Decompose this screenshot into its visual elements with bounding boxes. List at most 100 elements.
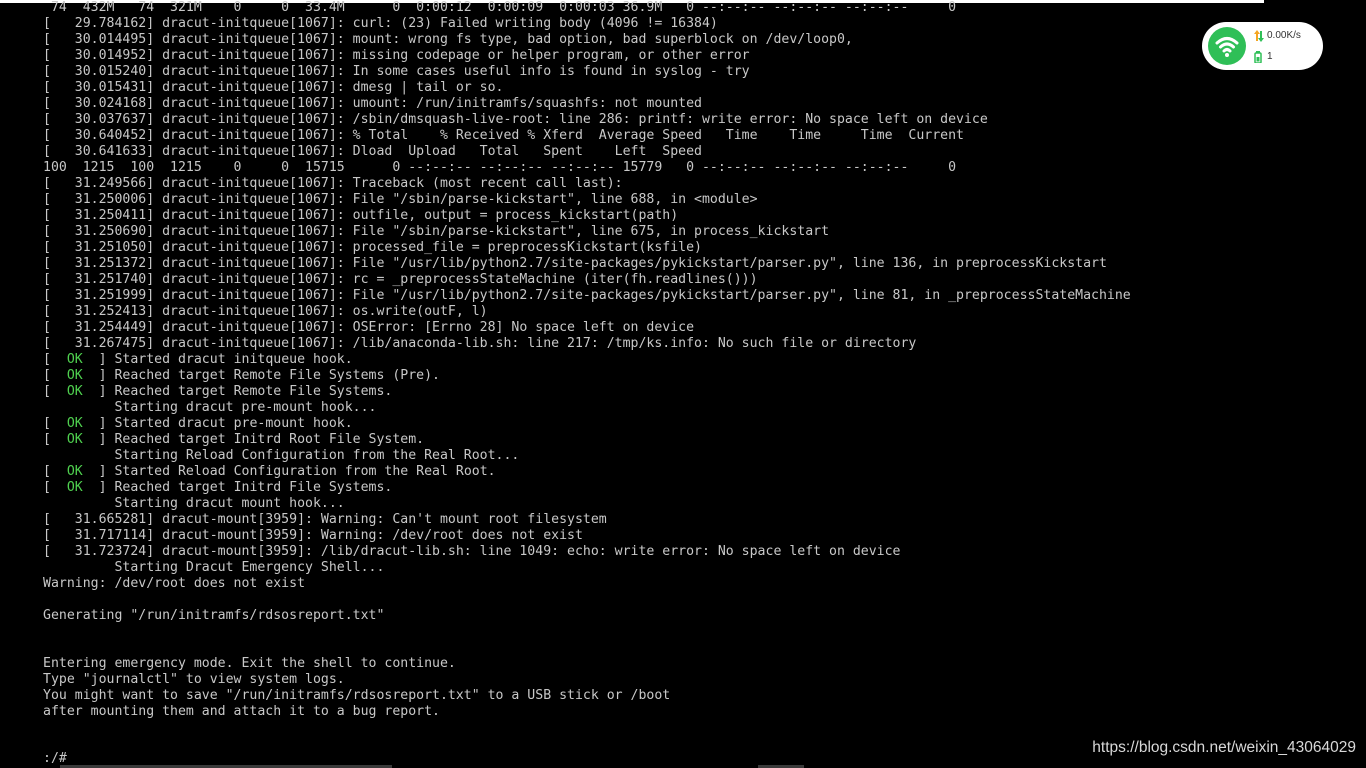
- console-text: [ 30.641633] dracut-initqueue[1067]: Dlo…: [43, 144, 702, 159]
- console-text: after mounting them and attach it to a b…: [43, 704, 440, 719]
- console-line: [ 31.252413] dracut-initqueue[1067]: os.…: [43, 304, 1243, 320]
- console-text: Type "journalctl" to view system logs.: [43, 672, 345, 687]
- ok-status: OK: [66, 368, 83, 383]
- console-line: Starting Reload Configuration from the R…: [43, 448, 1243, 464]
- console-text: [ 30.014495] dracut-initqueue[1067]: mou…: [43, 32, 853, 47]
- console-line: [ 31.250411] dracut-initqueue[1067]: out…: [43, 208, 1243, 224]
- console-text: Starting Dracut Emergency Shell...: [43, 560, 385, 575]
- console-line: [ OK ] Reached target Remote File System…: [43, 368, 1243, 384]
- console-line: Starting dracut pre-mount hook...: [43, 400, 1243, 416]
- console-text: ] Started Reload Configuration from the …: [82, 464, 496, 479]
- console-line: [ OK ] Started dracut pre-mount hook.: [43, 416, 1243, 432]
- console-line: Entering emergency mode. Exit the shell …: [43, 656, 1243, 672]
- console-line: [ 30.037637] dracut-initqueue[1067]: /sb…: [43, 112, 1243, 128]
- upload-speed: 0.00K/s: [1254, 29, 1301, 42]
- console-line: [ 31.723724] dracut-mount[3959]: /lib/dr…: [43, 544, 1243, 560]
- console-line: [ 29.784162] dracut-initqueue[1067]: cur…: [43, 16, 1243, 32]
- network-speed-widget[interactable]: 0.00K/s 1: [1202, 22, 1323, 70]
- console-line: [ 31.251740] dracut-initqueue[1067]: rc …: [43, 272, 1243, 288]
- console-line: [ 30.015431] dracut-initqueue[1067]: dme…: [43, 80, 1243, 96]
- console-line: [ 31.250006] dracut-initqueue[1067]: Fil…: [43, 192, 1243, 208]
- console-line: Starting dracut mount hook...: [43, 496, 1243, 512]
- console-line: 74 432M 74 321M 0 0 33.4M 0 0:00:12 0:00…: [43, 0, 1243, 16]
- console-text: Starting dracut pre-mount hook...: [43, 400, 377, 415]
- console-line: [ OK ] Started Reload Configuration from…: [43, 464, 1243, 480]
- console-line: [ 30.014952] dracut-initqueue[1067]: mis…: [43, 48, 1243, 64]
- console-text: [ 31.717114] dracut-mount[3959]: Warning…: [43, 528, 583, 543]
- console-line: Type "journalctl" to view system logs.: [43, 672, 1243, 688]
- console-text: [ 31.250690] dracut-initqueue[1067]: Fil…: [43, 224, 830, 239]
- console-line: [ 30.014495] dracut-initqueue[1067]: mou…: [43, 32, 1243, 48]
- console-line: You might want to save "/run/initramfs/r…: [43, 688, 1243, 704]
- ok-status: OK: [66, 480, 83, 495]
- console-line: [ 31.665281] dracut-mount[3959]: Warning…: [43, 512, 1243, 528]
- console-text: [: [43, 432, 67, 447]
- console-text: [ 31.267475] dracut-initqueue[1067]: /li…: [43, 336, 917, 351]
- terminal-screen[interactable]: 74 432M 74 321M 0 0 33.4M 0 0:00:12 0:00…: [0, 0, 1366, 768]
- console-text: [ 29.784162] dracut-initqueue[1067]: cur…: [43, 16, 718, 31]
- console-text: ] Reached target Remote File Systems (Pr…: [82, 368, 440, 383]
- upload-speed-value: 0.00K/s: [1267, 30, 1301, 41]
- connection-count-value: 1: [1267, 51, 1273, 62]
- battery-icon: [1254, 50, 1264, 64]
- console-text: [ 31.254449] dracut-initqueue[1067]: OSE…: [43, 320, 695, 335]
- console-line: [ OK ] Reached target Initrd Root File S…: [43, 432, 1243, 448]
- console-line: [ OK ] Reached target Initrd File System…: [43, 480, 1243, 496]
- ok-status: OK: [66, 432, 83, 447]
- console-text: [: [43, 368, 67, 383]
- console-line: [ 31.717114] dracut-mount[3959]: Warning…: [43, 528, 1243, 544]
- console-text: [: [43, 416, 67, 431]
- console-line: after mounting them and attach it to a b…: [43, 704, 1243, 720]
- console-line: [ OK ] Reached target Remote File System…: [43, 384, 1243, 400]
- console-text: ] Reached target Initrd File Systems.: [82, 480, 393, 495]
- connection-count: 1: [1254, 50, 1273, 64]
- console-line: Generating "/run/initramfs/rdsosreport.t…: [43, 608, 1243, 624]
- console-line: [ 30.641633] dracut-initqueue[1067]: Dlo…: [43, 144, 1243, 160]
- console-text: [: [43, 480, 67, 495]
- console-text: [ 31.251372] dracut-initqueue[1067]: Fil…: [43, 256, 1107, 271]
- console-line: [ 30.024168] dracut-initqueue[1067]: umo…: [43, 96, 1243, 112]
- console-text: You might want to save "/run/initramfs/r…: [43, 688, 671, 703]
- console-text: ] Started dracut initqueue hook.: [82, 352, 353, 367]
- console-text: Starting Reload Configuration from the R…: [43, 448, 520, 463]
- console-text: [: [43, 384, 67, 399]
- console-line: [ 31.267475] dracut-initqueue[1067]: /li…: [43, 336, 1243, 352]
- ok-status: OK: [66, 352, 83, 367]
- console-text: ] Reached target Remote File Systems.: [82, 384, 393, 399]
- console-text: Entering emergency mode. Exit the shell …: [43, 656, 456, 671]
- console-text: [ 30.015240] dracut-initqueue[1067]: In …: [43, 64, 750, 79]
- console-line: Starting Dracut Emergency Shell...: [43, 560, 1243, 576]
- console-line: [ 31.249566] dracut-initqueue[1067]: Tra…: [43, 176, 1243, 192]
- watermark: https://blog.csdn.net/weixin_43064029: [1092, 739, 1356, 756]
- console-text: [ 31.250006] dracut-initqueue[1067]: Fil…: [43, 192, 758, 207]
- console-text: Warning: /dev/root does not exist: [43, 576, 306, 591]
- console-text: [ 31.251050] dracut-initqueue[1067]: pro…: [43, 240, 702, 255]
- console-line: [ 30.640452] dracut-initqueue[1067]: % T…: [43, 128, 1243, 144]
- up-down-arrow-icon: [1254, 29, 1264, 42]
- console-line: [ OK ] Started dracut initqueue hook.: [43, 352, 1243, 368]
- console-line: [ 31.251372] dracut-initqueue[1067]: Fil…: [43, 256, 1243, 272]
- console-text: ] Reached target Initrd Root File System…: [82, 432, 425, 447]
- console-text: Generating "/run/initramfs/rdsosreport.t…: [43, 608, 385, 623]
- console-text: [: [43, 352, 67, 367]
- console-text: [ 31.251740] dracut-initqueue[1067]: rc …: [43, 272, 758, 287]
- console-line: [ 30.015240] dracut-initqueue[1067]: In …: [43, 64, 1243, 80]
- console-text: 100 1215 100 1215 0 0 15715 0 --:--:-- -…: [43, 160, 957, 175]
- console-line: 100 1215 100 1215 0 0 15715 0 --:--:-- -…: [43, 160, 1243, 176]
- console-text: [ 30.024168] dracut-initqueue[1067]: umo…: [43, 96, 702, 111]
- ok-status: OK: [66, 416, 83, 431]
- console-text: [ 31.251999] dracut-initqueue[1067]: Fil…: [43, 288, 1131, 303]
- console-line: Warning: /dev/root does not exist: [43, 576, 1243, 592]
- console-text: [ 31.249566] dracut-initqueue[1067]: Tra…: [43, 176, 623, 191]
- console-text: 74 432M 74 321M 0 0 33.4M 0 0:00:12 0:00…: [43, 0, 957, 15]
- console-text: [ 30.015431] dracut-initqueue[1067]: dme…: [43, 80, 504, 95]
- console-line: [ 31.254449] dracut-initqueue[1067]: OSE…: [43, 320, 1243, 336]
- console-text: [ 30.037637] dracut-initqueue[1067]: /sb…: [43, 112, 988, 127]
- console-text: [ 31.250411] dracut-initqueue[1067]: out…: [43, 208, 679, 223]
- console-line: [ 31.251050] dracut-initqueue[1067]: pro…: [43, 240, 1243, 256]
- console-text: [: [43, 464, 67, 479]
- ok-status: OK: [66, 464, 83, 479]
